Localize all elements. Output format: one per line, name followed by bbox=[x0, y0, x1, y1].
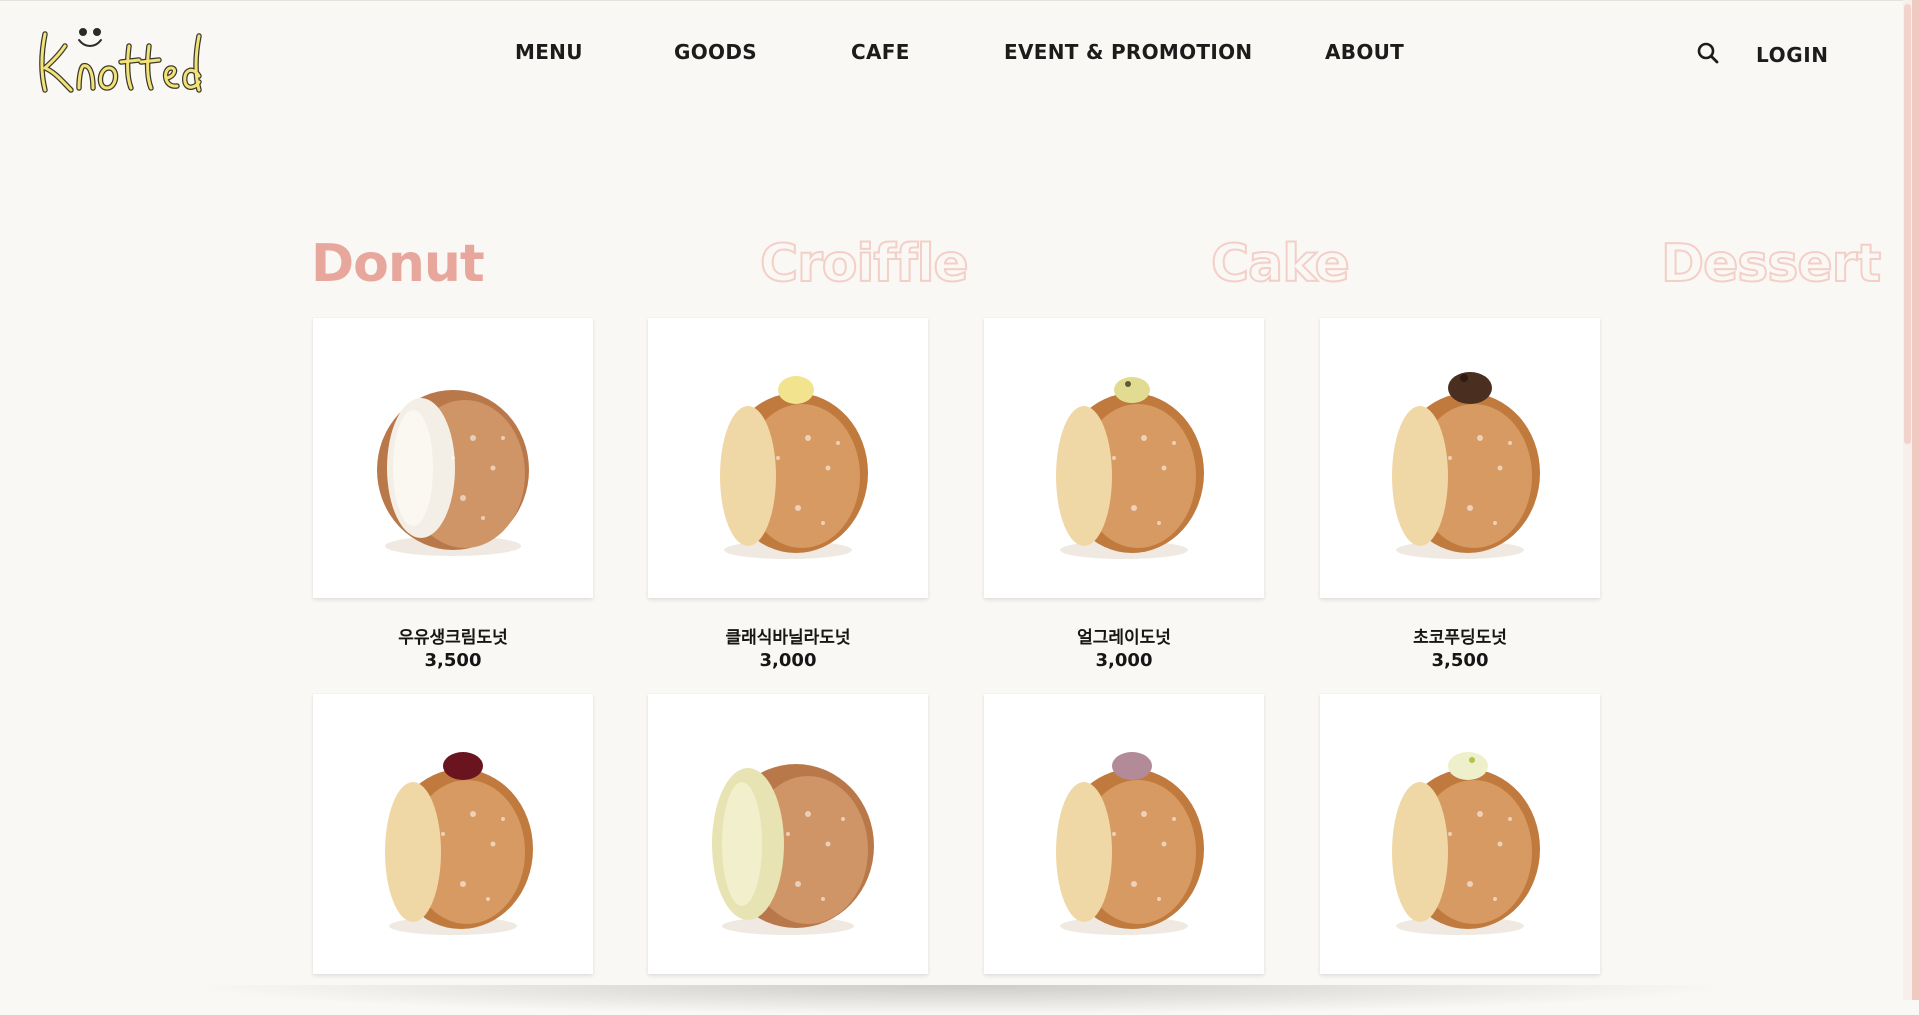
window-edge bbox=[1912, 0, 1919, 1000]
login-link[interactable]: LOGIN bbox=[1756, 43, 1829, 67]
nav-about[interactable]: ABOUT bbox=[1325, 40, 1404, 64]
donut-image bbox=[377, 390, 529, 556]
nav-cafe[interactable]: CAFE bbox=[851, 40, 910, 64]
product-card[interactable] bbox=[313, 318, 593, 598]
product-info: 우유생크림도넛 3,500 bbox=[313, 627, 593, 673]
scrollbar-thumb[interactable] bbox=[1904, 4, 1911, 444]
product-card[interactable] bbox=[1320, 318, 1600, 598]
product-card[interactable] bbox=[984, 694, 1264, 974]
search-icon[interactable] bbox=[1697, 42, 1719, 64]
donut-image bbox=[1056, 377, 1204, 559]
donut-image bbox=[1056, 752, 1204, 935]
product-card[interactable] bbox=[648, 694, 928, 974]
product-info: 클래식바닐라도넛 3,000 bbox=[648, 627, 928, 673]
nav-goods[interactable]: GOODS bbox=[674, 40, 757, 64]
product-name[interactable]: 우유생크림도넛 bbox=[313, 627, 593, 649]
product-name[interactable]: 초코푸딩도넛 bbox=[1320, 627, 1600, 649]
product-price: 3,000 bbox=[759, 650, 817, 671]
product-info: 얼그레이도넛 3,000 bbox=[984, 627, 1264, 673]
footer-shadow bbox=[180, 985, 1740, 1015]
product-price: 3,500 bbox=[1431, 650, 1489, 671]
tab-croiffle[interactable]: Croiffle bbox=[759, 233, 970, 295]
tab-donut[interactable]: Donut bbox=[311, 234, 485, 294]
main-nav: MENU GOODS CAFE EVENT & PROMOTION ABOUT bbox=[0, 40, 1919, 70]
tab-cake[interactable]: Cake bbox=[1210, 233, 1351, 295]
donut-image bbox=[1392, 752, 1540, 935]
product-name[interactable]: 얼그레이도넛 bbox=[984, 627, 1264, 649]
page-scrollbar[interactable] bbox=[1903, 0, 1912, 1000]
product-card[interactable] bbox=[984, 318, 1264, 598]
tab-dessert[interactable]: Dessert bbox=[1660, 233, 1882, 295]
donut-image bbox=[1392, 372, 1540, 559]
product-price: 3,500 bbox=[424, 650, 482, 671]
product-card[interactable] bbox=[1320, 694, 1600, 974]
nav-menu[interactable]: MENU bbox=[515, 40, 583, 64]
nav-event-promotion[interactable]: EVENT & PROMOTION bbox=[1004, 40, 1252, 64]
product-card[interactable] bbox=[313, 694, 593, 974]
product-info: 초코푸딩도넛 3,500 bbox=[1320, 627, 1600, 673]
product-price: 3,000 bbox=[1095, 650, 1153, 671]
donut-image bbox=[712, 764, 874, 935]
product-card[interactable] bbox=[648, 318, 928, 598]
window-top-border bbox=[0, 0, 1919, 1]
donut-image bbox=[720, 376, 868, 559]
donut-image bbox=[385, 752, 533, 935]
product-name[interactable]: 클래식바닐라도넛 bbox=[648, 627, 928, 649]
